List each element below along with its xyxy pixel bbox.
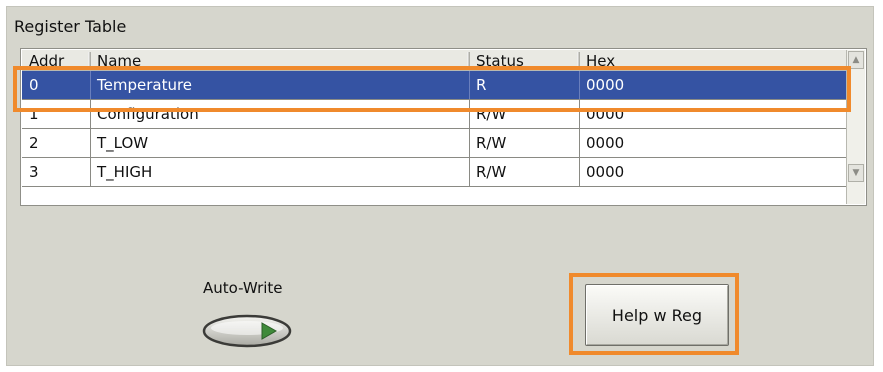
register-table[interactable]: Addr Name Status Hex 0 Temperature R 000… (20, 48, 867, 206)
cell-name: T_LOW (97, 134, 149, 152)
table-row[interactable]: 0 Temperature R 0000 (22, 71, 846, 100)
cell-name: Temperature (97, 76, 193, 94)
table-row[interactable]: 3 T_HIGH R/W 0000 (22, 158, 846, 187)
cell-hex: 0000 (586, 76, 625, 94)
cell-name: T_HIGH (97, 163, 153, 181)
cell-addr: 1 (29, 105, 39, 123)
cell-addr: 2 (29, 134, 39, 152)
table-body: 0 Temperature R 0000 1 Configuration R/W… (22, 71, 846, 187)
cell-name: Configuration (97, 105, 199, 123)
cell-hex: 0000 (586, 163, 625, 181)
cell-status: R/W (476, 134, 507, 152)
auto-write-label: Auto-Write (203, 279, 283, 297)
column-header-hex[interactable]: Hex (579, 50, 846, 70)
cell-hex: 0000 (586, 134, 625, 152)
table-row[interactable]: 1 Configuration R/W 0000 (22, 100, 846, 129)
table-row[interactable]: 2 T_LOW R/W 0000 (22, 129, 846, 158)
register-table-panel: Register Table Addr Name Status Hex 0 Te… (6, 6, 874, 366)
triangle-down-icon: ▼ (852, 168, 860, 178)
cell-addr: 3 (29, 163, 39, 181)
panel-title: Register Table (14, 17, 127, 36)
table-header: Addr Name Status Hex (22, 50, 846, 71)
column-header-addr[interactable]: Addr (22, 50, 90, 70)
cell-addr: 0 (29, 76, 39, 94)
table-scrollbar[interactable]: ▲ ▼ (846, 50, 865, 204)
cell-status: R/W (476, 163, 507, 181)
column-header-status[interactable]: Status (469, 50, 579, 70)
cell-status: R (476, 76, 487, 94)
cell-status: R/W (476, 105, 507, 123)
scroll-up-button[interactable]: ▲ (848, 51, 864, 69)
auto-write-toggle[interactable] (202, 314, 292, 348)
help-with-register-button[interactable]: Help w Reg (585, 284, 729, 346)
toggle-switch-graphic (202, 314, 292, 348)
scroll-down-button[interactable]: ▼ (848, 164, 864, 182)
column-header-name[interactable]: Name (90, 50, 469, 70)
triangle-up-icon: ▲ (852, 55, 860, 65)
cell-hex: 0000 (586, 105, 625, 123)
